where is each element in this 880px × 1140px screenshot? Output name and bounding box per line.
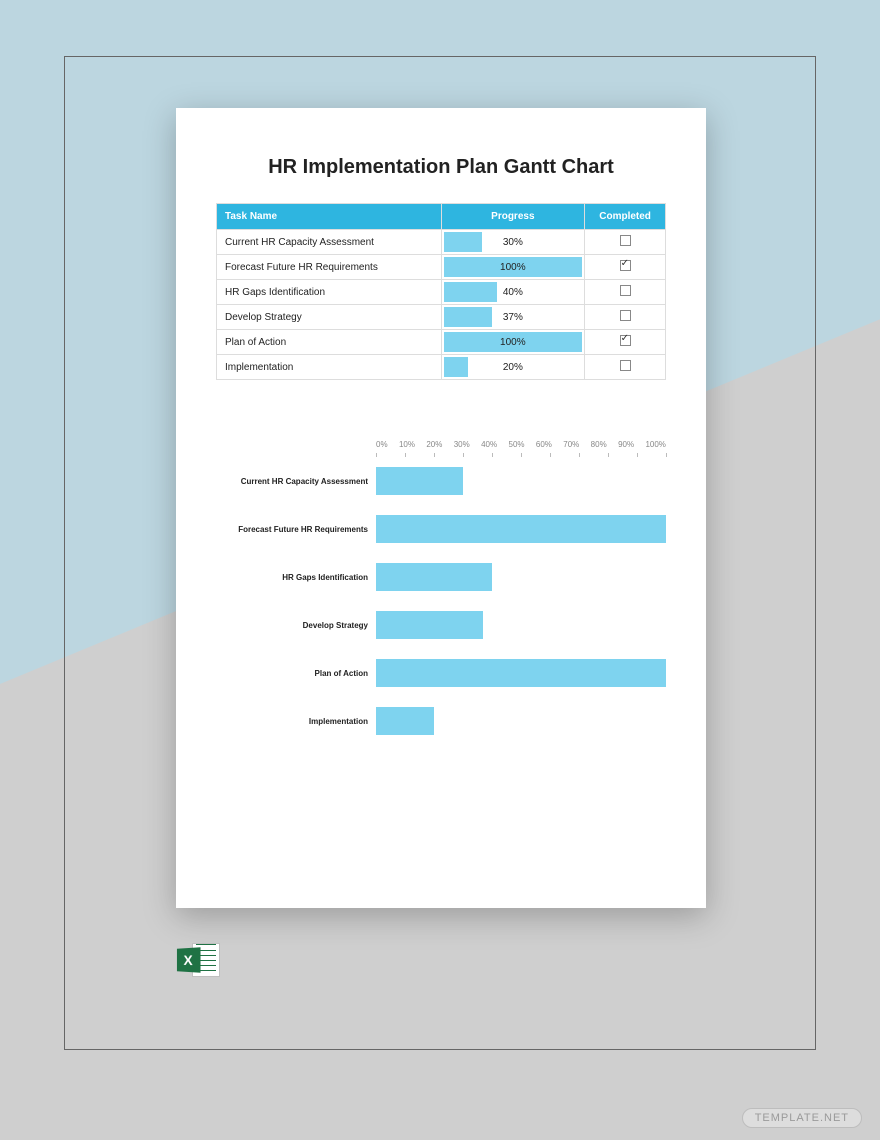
progress-cell: 37% xyxy=(441,305,585,330)
completed-cell xyxy=(585,355,666,380)
chart-bar xyxy=(376,659,666,687)
completed-cell xyxy=(585,230,666,255)
chart-row: Current HR Capacity Assessment xyxy=(376,457,666,505)
progress-label: 37% xyxy=(442,305,585,329)
progress-label: 40% xyxy=(442,280,585,304)
excel-icon: X xyxy=(176,940,220,980)
table-row: Current HR Capacity Assessment30% xyxy=(217,230,666,255)
chart-row: Forecast Future HR Requirements xyxy=(376,505,666,553)
table-row: Implementation20% xyxy=(217,355,666,380)
task-name-cell: HR Gaps Identification xyxy=(217,280,442,305)
chart-bar xyxy=(376,515,666,543)
completed-cell xyxy=(585,280,666,305)
axis-tick-label: 30% xyxy=(454,440,470,449)
completed-checkbox[interactable] xyxy=(620,285,631,296)
axis-tick-label: 80% xyxy=(591,440,607,449)
axis-tick-label: 90% xyxy=(618,440,634,449)
chart-row-label: HR Gaps Identification xyxy=(216,573,368,582)
completed-checkbox[interactable] xyxy=(620,260,631,271)
task-name-cell: Plan of Action xyxy=(217,330,442,355)
axis-tick-label: 0% xyxy=(376,440,388,449)
completed-checkbox[interactable] xyxy=(620,360,631,371)
axis-tick-label: 60% xyxy=(536,440,552,449)
axis-tick-label: 70% xyxy=(563,440,579,449)
table-row: Forecast Future HR Requirements100% xyxy=(217,255,666,280)
completed-checkbox[interactable] xyxy=(620,335,631,346)
progress-cell: 100% xyxy=(441,330,585,355)
page-title: HR Implementation Plan Gantt Chart xyxy=(216,156,666,179)
task-table: Task Name Progress Completed Current HR … xyxy=(216,203,666,380)
chart-row-label: Develop Strategy xyxy=(216,621,368,630)
chart-row-label: Implementation xyxy=(216,717,368,726)
progress-label: 20% xyxy=(442,355,585,379)
task-name-cell: Current HR Capacity Assessment xyxy=(217,230,442,255)
chart-bar xyxy=(376,563,492,591)
table-row: Plan of Action100% xyxy=(217,330,666,355)
chart-bar xyxy=(376,467,463,495)
completed-checkbox[interactable] xyxy=(620,310,631,321)
chart-row-label: Current HR Capacity Assessment xyxy=(216,477,368,486)
chart-bar xyxy=(376,707,434,735)
chart-row: Implementation xyxy=(376,697,666,745)
completed-cell xyxy=(585,305,666,330)
document-page: HR Implementation Plan Gantt Chart Task … xyxy=(176,108,706,908)
progress-cell: 100% xyxy=(441,255,585,280)
table-header-row: Task Name Progress Completed xyxy=(217,204,666,230)
progress-cell: 30% xyxy=(441,230,585,255)
task-name-cell: Develop Strategy xyxy=(217,305,442,330)
tick-mark xyxy=(666,453,667,457)
chart-axis: 0% 10% 20% 30% 40% 50% 60% 70% 80% 90% 100% xyxy=(376,440,666,449)
axis-tick-label: 20% xyxy=(426,440,442,449)
axis-tick-label: 50% xyxy=(509,440,525,449)
axis-tick-label: 100% xyxy=(645,440,665,449)
axis-tick-label: 40% xyxy=(481,440,497,449)
chart-row-label: Forecast Future HR Requirements xyxy=(216,525,368,534)
header-progress: Progress xyxy=(441,204,585,230)
completed-checkbox[interactable] xyxy=(620,235,631,246)
chart-plot: Current HR Capacity AssessmentForecast F… xyxy=(376,457,666,745)
progress-label: 100% xyxy=(442,255,585,279)
header-completed: Completed xyxy=(585,204,666,230)
task-name-cell: Forecast Future HR Requirements xyxy=(217,255,442,280)
bar-chart: 0% 10% 20% 30% 40% 50% 60% 70% 80% 90% 100% Curren… xyxy=(216,440,666,745)
table-row: HR Gaps Identification40% xyxy=(217,280,666,305)
table-row: Develop Strategy37% xyxy=(217,305,666,330)
progress-cell: 40% xyxy=(441,280,585,305)
progress-cell: 20% xyxy=(441,355,585,380)
axis-tick-label: 10% xyxy=(399,440,415,449)
completed-cell xyxy=(585,255,666,280)
chart-row-label: Plan of Action xyxy=(216,669,368,678)
watermark: TEMPLATE.NET xyxy=(742,1108,862,1128)
chart-row: Plan of Action xyxy=(376,649,666,697)
chart-row: HR Gaps Identification xyxy=(376,553,666,601)
chart-bar xyxy=(376,611,483,639)
progress-label: 100% xyxy=(442,330,585,354)
progress-label: 30% xyxy=(442,230,585,254)
chart-row: Develop Strategy xyxy=(376,601,666,649)
completed-cell xyxy=(585,330,666,355)
header-task: Task Name xyxy=(217,204,442,230)
task-name-cell: Implementation xyxy=(217,355,442,380)
excel-badge-icon: X xyxy=(177,947,201,973)
